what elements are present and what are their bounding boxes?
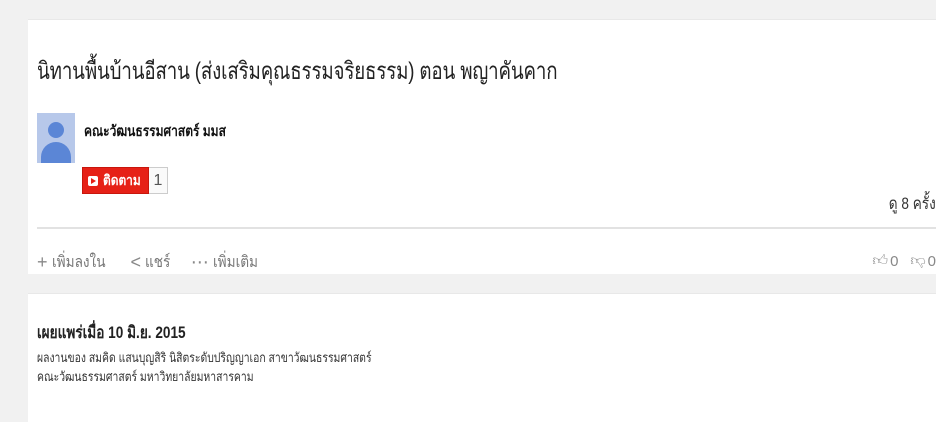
action-bar: + เพิ่มลงใน < แชร์ ⋯ เพิ่มเติม [37, 250, 282, 275]
video-info-card: นิทานพื้นบ้านอีสาน (ส่งเสริมคุณธรรมจริยธ… [28, 19, 936, 274]
description-line-2: คณะวัฒนธรรมศาสตร์ มหาวิทยาลัยมหาสารคาม [37, 369, 254, 384]
video-title: นิทานพื้นบ้านอีสาน (ส่งเสริมคุณธรรมจริยธ… [37, 58, 558, 85]
description-card: เผยแพร่เมื่อ 10 มิ.ย. 2015 ผลงานของ สมคิ… [28, 293, 936, 422]
add-to-button[interactable]: + เพิ่มลงใน [37, 250, 114, 275]
like-button[interactable]: 👍︎ 0 [872, 252, 898, 270]
watch-page: นิทานพื้นบ้านอีสาน (ส่งเสริมคุณธรรมจริยธ… [0, 0, 936, 422]
subscribe-label: ติดตาม [103, 171, 141, 188]
ellipsis-icon: ⋯ [190, 252, 209, 272]
youtube-play-icon [88, 175, 98, 186]
share-label: แชร์ [144, 254, 171, 271]
view-count: ดู 8 ครั้ง [889, 194, 936, 213]
share-button[interactable]: < แชร์ [130, 250, 174, 275]
more-button[interactable]: ⋯ เพิ่มเติม [191, 250, 266, 275]
thumbs-down-icon: 👎︎ [910, 252, 926, 269]
avatar-body-shape [41, 142, 71, 163]
like-dislike-bar: 👍︎ 0 👎︎ 0 [860, 252, 936, 270]
more-label: เพิ่มเติม [212, 254, 258, 271]
like-count: 0 [890, 252, 899, 270]
thumbs-up-icon: 👍︎ [872, 252, 889, 269]
dislike-button[interactable]: 👎︎ 0 [910, 252, 936, 270]
publish-date: เผยแพร่เมื่อ 10 มิ.ย. 2015 [37, 323, 186, 342]
divider [37, 227, 936, 229]
add-to-label: เพิ่มลงใน [51, 254, 106, 271]
description-line-1: ผลงานของ สมคิด แสนบุญสิริ นิสิตระดับปริญ… [37, 350, 372, 365]
avatar-head-shape [48, 122, 64, 138]
channel-name-link[interactable]: คณะวัฒนธรรมศาสตร์ มมส [84, 119, 226, 143]
dislike-count: 0 [927, 252, 936, 270]
subscribe-button[interactable]: ติดตาม [82, 167, 149, 194]
channel-avatar[interactable] [37, 113, 75, 163]
plus-icon: + [37, 252, 48, 272]
subscriber-count: 1 [149, 167, 168, 194]
share-icon: < [130, 252, 141, 272]
